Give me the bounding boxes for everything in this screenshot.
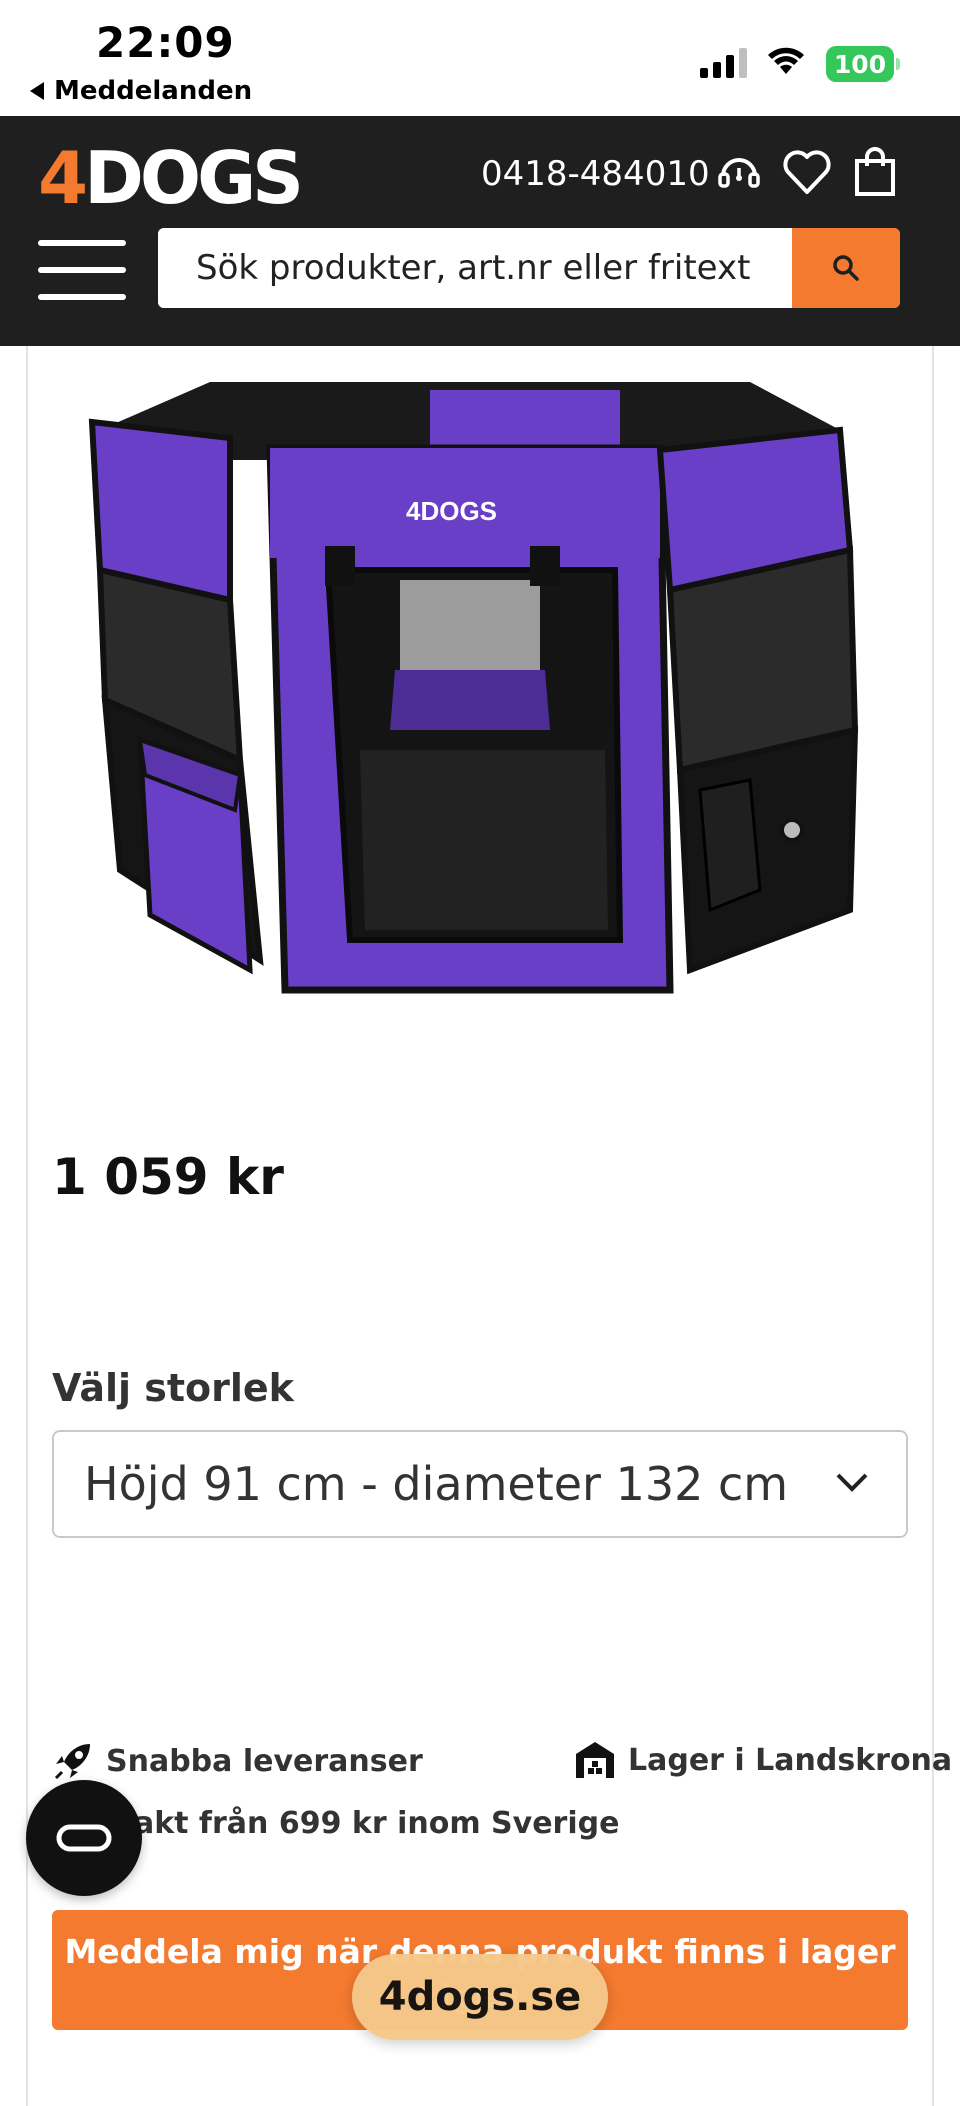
battery-indicator: 100: [826, 46, 900, 82]
cellular-signal-icon: [700, 48, 747, 78]
browser-url-pill[interactable]: 4dogs.se: [352, 1954, 608, 2040]
status-time: 22:09: [96, 18, 235, 67]
back-to-app-link[interactable]: Meddelanden: [30, 76, 252, 106]
menu-icon-bar: [38, 240, 126, 246]
search-input[interactable]: [158, 228, 792, 308]
menu-button[interactable]: [38, 240, 126, 300]
product-image[interactable]: 4DOGS: [60, 370, 890, 1020]
cart-icon[interactable]: [852, 146, 898, 198]
search-button[interactable]: [792, 228, 900, 308]
usp-fast-delivery-text: Snabba leveranser: [106, 1743, 423, 1779]
menu-icon-bar: [38, 294, 126, 300]
back-app-label: Meddelanden: [54, 76, 253, 106]
wifi-icon: [768, 47, 804, 74]
chat-button[interactable]: [26, 1780, 142, 1896]
search-bar: [158, 228, 900, 308]
product-price: 1 059 kr: [52, 1148, 284, 1206]
status-bar: 22:09 Meddelanden 100: [0, 0, 960, 116]
logo-text: DOGS: [84, 136, 304, 220]
heart-icon[interactable]: [782, 148, 832, 196]
support-icon[interactable]: [716, 148, 762, 194]
site-header: 4DOGS 0418-484010: [0, 116, 960, 346]
size-select-value: Höjd 91 cm - diameter 132 cm: [84, 1457, 789, 1511]
warehouse-icon: [576, 1742, 614, 1778]
size-label: Välj storlek: [52, 1366, 294, 1410]
phone-number-link[interactable]: 0418-484010: [481, 154, 710, 194]
search-icon: [833, 255, 859, 281]
product-logo-text: 4DOGS: [406, 496, 497, 526]
usp-fast-delivery: Snabba leveranser: [52, 1740, 423, 1782]
menu-icon-bar: [38, 267, 126, 273]
chat-icon: [56, 1824, 112, 1852]
logo-four: 4: [38, 136, 88, 220]
site-logo[interactable]: 4DOGS: [38, 136, 304, 220]
usp-warehouse-text: Lager i Landskrona: [628, 1742, 953, 1778]
rocket-icon: [54, 1744, 90, 1780]
size-select[interactable]: Höjd 91 cm - diameter 132 cm: [52, 1430, 908, 1538]
chevron-down-icon: [836, 1473, 868, 1492]
back-triangle-icon: [30, 82, 44, 100]
usp-warehouse: Lager i Landskrona: [574, 1740, 952, 1780]
